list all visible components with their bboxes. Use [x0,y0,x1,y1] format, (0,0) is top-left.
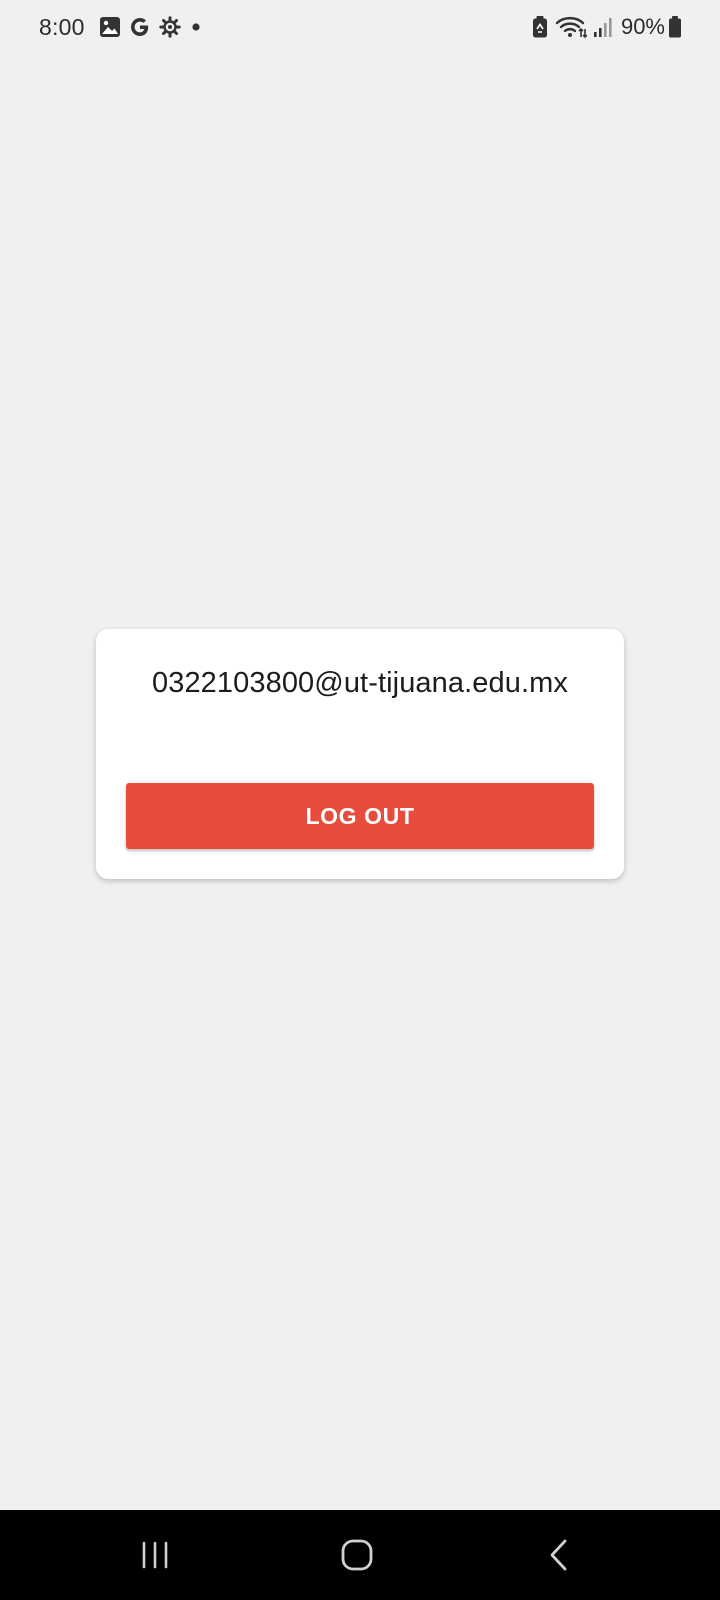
user-email: 0322103800@ut-tijuana.edu.mx [152,667,568,699]
battery-saver-icon [531,15,549,39]
account-card: 0322103800@ut-tijuana.edu.mx LOG OUT [96,629,624,879]
back-icon [550,1539,567,1571]
back-button[interactable] [529,1532,589,1578]
status-bar: 8:00 90% [0,0,720,54]
recents-button[interactable] [125,1532,185,1578]
notification-dot-icon [189,16,203,38]
status-time: 8:00 [39,14,85,40]
battery-icon [668,15,682,39]
settings-icon [159,16,181,38]
recents-icon [142,1541,168,1569]
logout-button[interactable]: LOG OUT [126,783,594,849]
navigation-bar [0,1510,720,1600]
status-left-icons [99,14,211,40]
battery-percent: 90% [620,14,665,39]
gallery-icon [99,16,121,38]
home-button[interactable] [327,1532,387,1578]
home-icon [341,1539,373,1571]
wifi-icon [555,15,587,39]
status-right-icons: 90% [525,12,682,42]
signal-icon [593,16,613,38]
google-icon [129,16,151,38]
